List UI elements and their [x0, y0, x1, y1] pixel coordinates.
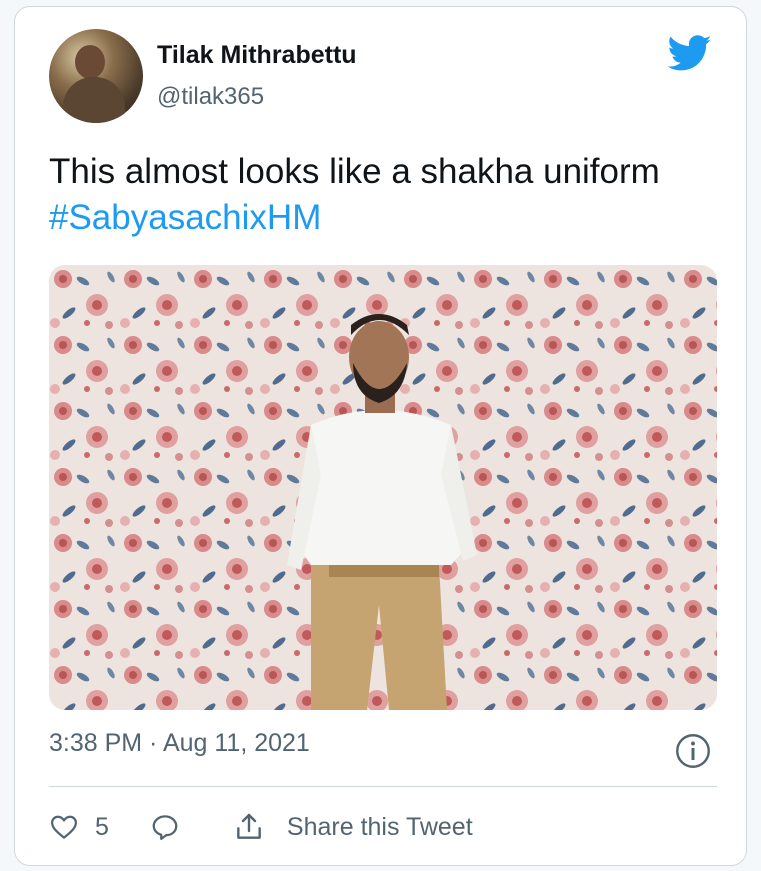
tweet-photo[interactable] — [49, 265, 717, 710]
twitter-bird-icon[interactable] — [665, 31, 715, 75]
share-icon — [237, 813, 261, 839]
info-icon[interactable] — [675, 733, 711, 769]
avatar[interactable] — [49, 29, 143, 123]
photo-illustration — [49, 265, 717, 710]
like-count: 5 — [95, 812, 109, 841]
avatar-head — [75, 45, 105, 79]
tweet-text-body: This almost looks like a shakha uniform — [49, 152, 660, 191]
tweet-card: Tilak Mithrabettu @tilak365 This almost … — [14, 6, 747, 866]
reply-bubble-icon — [152, 815, 178, 840]
share-action[interactable]: Share this Tweet — [233, 811, 473, 843]
author-name[interactable]: Tilak Mithrabettu — [157, 41, 357, 70]
tweet-timestamp[interactable]: 3:38 PM · Aug 11, 2021 — [49, 729, 310, 758]
divider — [49, 786, 717, 787]
avatar-body — [63, 77, 125, 123]
heart-icon — [51, 815, 77, 839]
reply-action[interactable] — [149, 812, 181, 842]
tweet-text: This almost looks like a shakha uniform … — [49, 149, 719, 241]
hashtag-link[interactable]: #SabyasachixHM — [49, 198, 321, 237]
action-bar: 5 Share this Tweet — [49, 807, 473, 847]
author-handle[interactable]: @tilak365 — [157, 83, 264, 111]
share-label: Share this Tweet — [286, 812, 473, 841]
like-action[interactable]: 5 — [49, 812, 109, 842]
